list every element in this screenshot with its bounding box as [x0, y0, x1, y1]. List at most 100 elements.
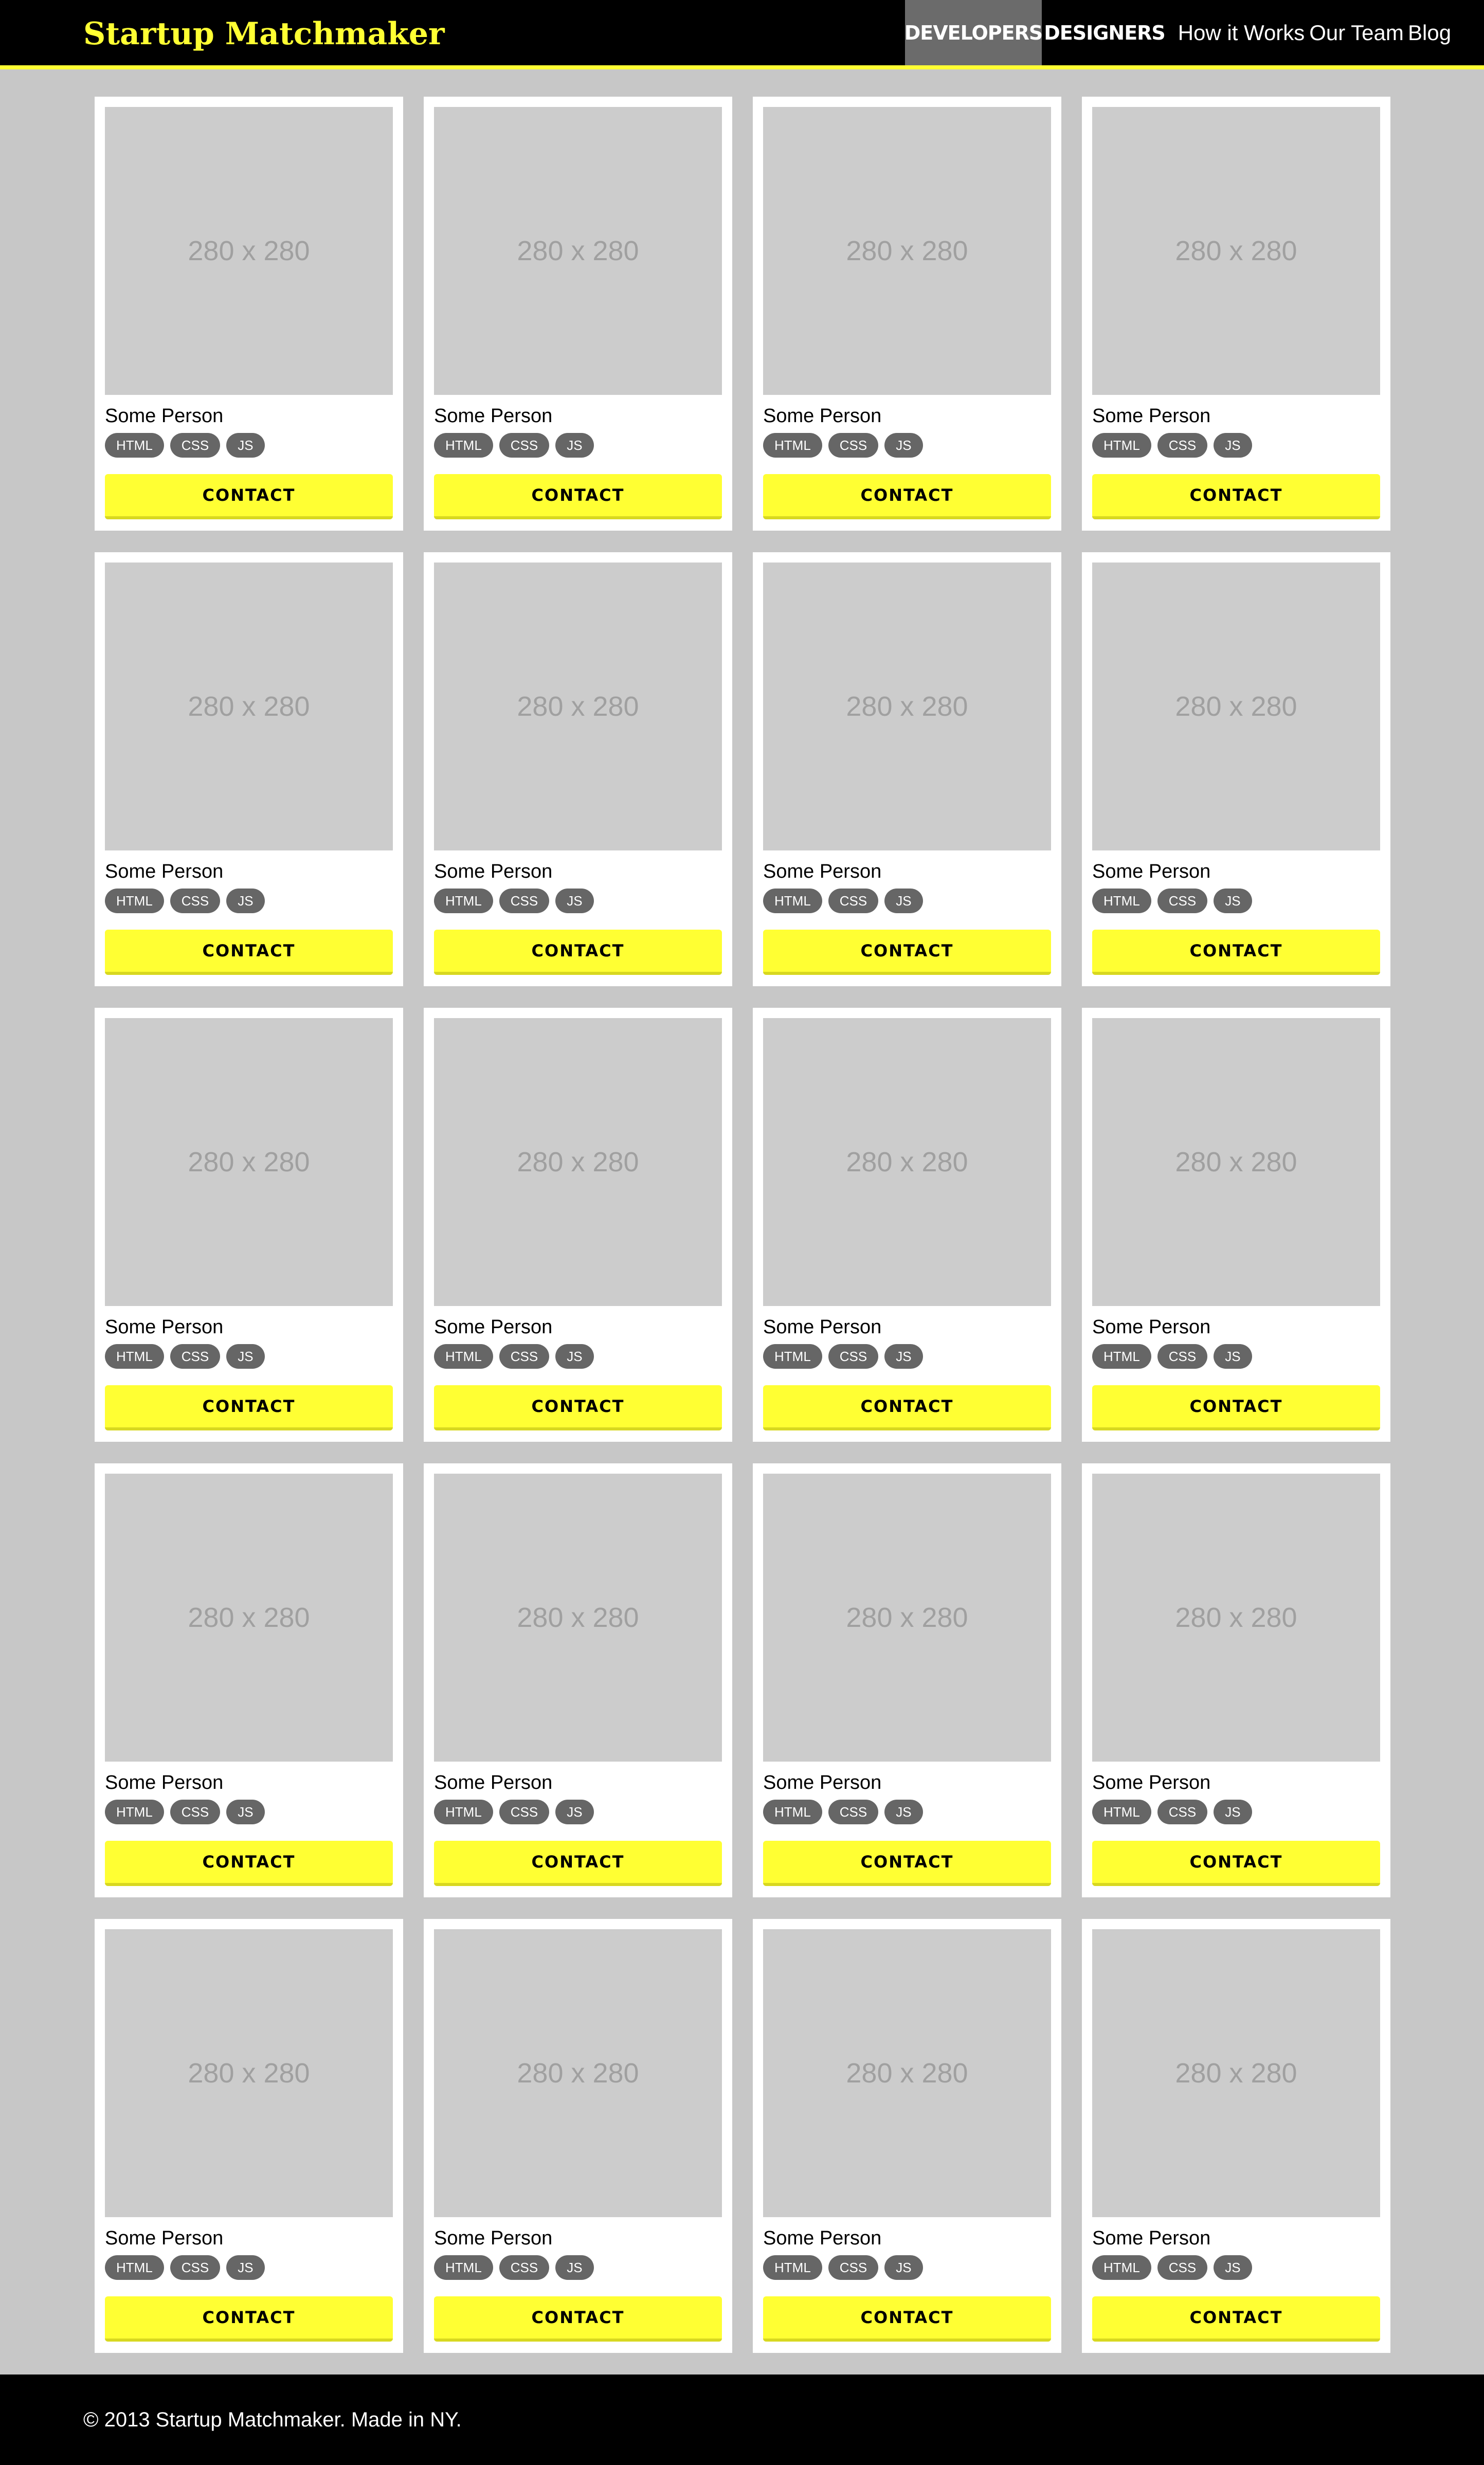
contact-button[interactable]: CONTACT	[1092, 2296, 1380, 2342]
skill-tag: CSS	[1157, 2255, 1208, 2280]
skill-tag: JS	[884, 1800, 923, 1824]
contact-button[interactable]: CONTACT	[1092, 1385, 1380, 1430]
placeholder-dimensions-label: 280 x 280	[846, 691, 968, 722]
nav-how-it-works[interactable]: How it Works	[1167, 0, 1315, 65]
contact-button[interactable]: CONTACT	[1092, 474, 1380, 519]
skill-tag: JS	[1214, 2255, 1252, 2280]
contact-button[interactable]: CONTACT	[1092, 1841, 1380, 1886]
skill-tags: HTML CSS JS	[1092, 889, 1252, 913]
profile-card: 280 x 280 Some Person HTML CSS JS CONTACT	[1082, 1919, 1390, 2353]
contact-button[interactable]: CONTACT	[434, 2296, 722, 2342]
profile-grid: 280 x 280 Some Person HTML CSS JS CONTACT 280 …	[95, 97, 1390, 2353]
skill-tags: HTML CSS JS	[763, 2255, 923, 2280]
placeholder-dimensions-label: 280 x 280	[1175, 235, 1297, 266]
person-name: Some Person	[763, 861, 882, 882]
person-name: Some Person	[1092, 1316, 1211, 1338]
profile-photo-placeholder: 280 x 280	[434, 107, 722, 395]
profile-photo-placeholder: 280 x 280	[105, 563, 393, 850]
skill-tags: HTML CSS JS	[1092, 1344, 1252, 1369]
profile-photo-placeholder: 280 x 280	[763, 1018, 1051, 1306]
skill-tags: HTML CSS JS	[763, 889, 923, 913]
contact-button[interactable]: CONTACT	[105, 1841, 393, 1886]
profile-card: 280 x 280 Some Person HTML CSS JS CONTACT	[753, 1463, 1061, 1897]
skill-tag: HTML	[434, 1344, 493, 1369]
skill-tag: CSS	[828, 433, 879, 458]
contact-button[interactable]: CONTACT	[763, 2296, 1051, 2342]
profile-card: 280 x 280 Some Person HTML CSS JS CONTACT	[424, 1463, 732, 1897]
site-footer: © 2013 Startup Matchmaker. Made in NY.	[0, 2375, 1484, 2465]
skill-tag: HTML	[105, 2255, 164, 2280]
nav-developers[interactable]: DEVELOPERS	[904, 0, 1043, 65]
skill-tag: CSS	[170, 1344, 221, 1369]
profile-card: 280 x 280 Some Person HTML CSS JS CONTACT	[424, 1919, 732, 2353]
contact-button[interactable]: CONTACT	[434, 1385, 722, 1430]
skill-tag: CSS	[499, 889, 550, 913]
person-name: Some Person	[1092, 861, 1211, 882]
profile-photo-placeholder: 280 x 280	[434, 1474, 722, 1762]
skill-tag: HTML	[763, 433, 822, 458]
placeholder-dimensions-label: 280 x 280	[517, 1147, 639, 1177]
nav-our-team[interactable]: Our Team	[1309, 0, 1404, 65]
profile-photo-placeholder: 280 x 280	[105, 1474, 393, 1762]
skill-tag: HTML	[105, 433, 164, 458]
contact-button[interactable]: CONTACT	[763, 474, 1051, 519]
contact-button[interactable]: CONTACT	[105, 474, 393, 519]
contact-button[interactable]: CONTACT	[434, 1841, 722, 1886]
skill-tag: HTML	[1092, 2255, 1151, 2280]
skill-tag: HTML	[763, 2255, 822, 2280]
placeholder-dimensions-label: 280 x 280	[188, 235, 310, 266]
skill-tags: HTML CSS JS	[434, 1344, 594, 1369]
skill-tags: HTML CSS JS	[434, 1800, 594, 1824]
skill-tag: CSS	[170, 433, 221, 458]
contact-button[interactable]: CONTACT	[105, 1385, 393, 1430]
skill-tag: HTML	[434, 889, 493, 913]
skill-tag: HTML	[763, 1344, 822, 1369]
contact-button[interactable]: CONTACT	[1092, 930, 1380, 975]
placeholder-dimensions-label: 280 x 280	[1175, 1147, 1297, 1177]
profile-card: 280 x 280 Some Person HTML CSS JS CONTACT	[95, 97, 403, 531]
placeholder-dimensions-label: 280 x 280	[1175, 2058, 1297, 2089]
profile-card: 280 x 280 Some Person HTML CSS JS CONTACT	[753, 552, 1061, 986]
profile-card: 280 x 280 Some Person HTML CSS JS CONTACT	[753, 97, 1061, 531]
skill-tag: CSS	[499, 433, 550, 458]
skill-tags: HTML CSS JS	[105, 1800, 265, 1824]
site-logo[interactable]: Startup Matchmaker	[83, 13, 445, 55]
skill-tag: JS	[226, 1344, 265, 1369]
contact-button[interactable]: CONTACT	[105, 2296, 393, 2342]
nav-blog[interactable]: Blog	[1398, 0, 1484, 65]
placeholder-dimensions-label: 280 x 280	[517, 2058, 639, 2089]
profile-photo-placeholder: 280 x 280	[763, 1929, 1051, 2217]
profile-photo-placeholder: 280 x 280	[105, 1929, 393, 2217]
nav-designers[interactable]: DESIGNERS	[1042, 0, 1167, 65]
contact-button[interactable]: CONTACT	[105, 930, 393, 975]
skill-tags: HTML CSS JS	[1092, 2255, 1252, 2280]
placeholder-dimensions-label: 280 x 280	[188, 2058, 310, 2089]
skill-tag: JS	[1214, 433, 1252, 458]
contact-button[interactable]: CONTACT	[434, 474, 722, 519]
skill-tag: JS	[555, 433, 594, 458]
skill-tag: CSS	[170, 1800, 221, 1824]
skill-tag: CSS	[170, 2255, 221, 2280]
contact-button[interactable]: CONTACT	[763, 1841, 1051, 1886]
skill-tag: JS	[226, 1800, 265, 1824]
skill-tag: HTML	[1092, 1344, 1151, 1369]
person-name: Some Person	[763, 2227, 882, 2249]
skill-tags: HTML CSS JS	[434, 889, 594, 913]
skill-tags: HTML CSS JS	[1092, 433, 1252, 458]
skill-tag: JS	[884, 2255, 923, 2280]
person-name: Some Person	[105, 1316, 224, 1338]
contact-button[interactable]: CONTACT	[763, 930, 1051, 975]
contact-button[interactable]: CONTACT	[434, 930, 722, 975]
profile-photo-placeholder: 280 x 280	[1092, 107, 1380, 395]
skill-tags: HTML CSS JS	[105, 2255, 265, 2280]
skill-tag: CSS	[828, 2255, 879, 2280]
person-name: Some Person	[1092, 405, 1211, 427]
skill-tags: HTML CSS JS	[763, 1344, 923, 1369]
skill-tags: HTML CSS JS	[434, 433, 594, 458]
person-name: Some Person	[434, 1316, 553, 1338]
person-name: Some Person	[1092, 1772, 1211, 1793]
contact-button[interactable]: CONTACT	[763, 1385, 1051, 1430]
person-name: Some Person	[434, 405, 553, 427]
skill-tag: HTML	[105, 889, 164, 913]
skill-tags: HTML CSS JS	[105, 889, 265, 913]
